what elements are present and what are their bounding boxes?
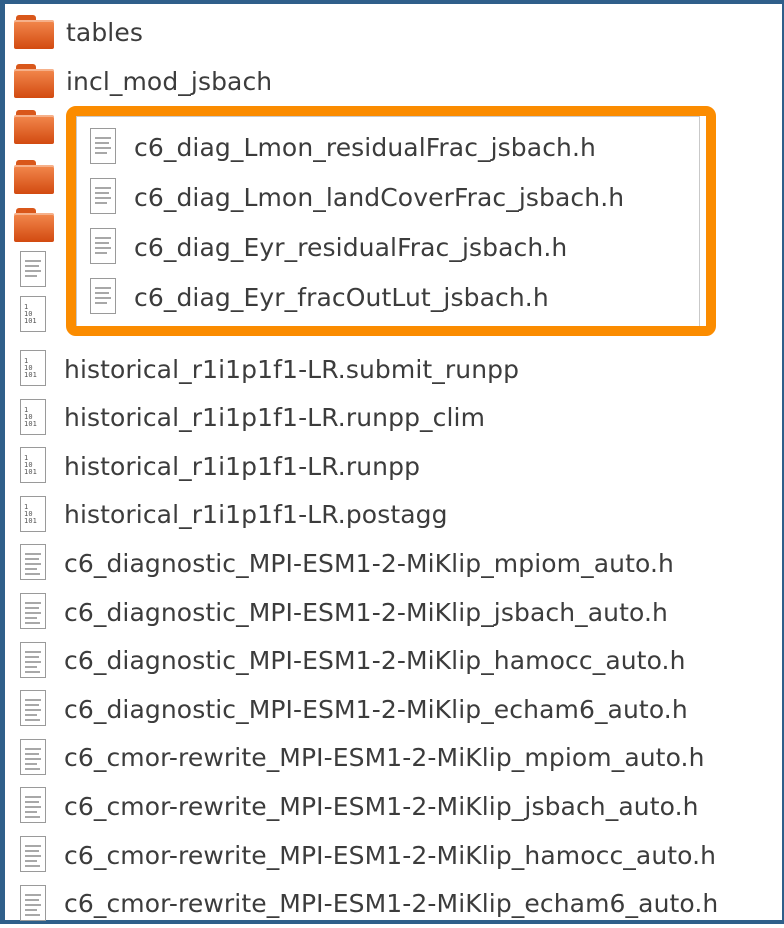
file-item[interactable]: 1 10 101 historical_r1i1p1f1-LR.runpp [14, 442, 784, 490]
folder-icon [14, 160, 56, 194]
file-label: c6_diag_Lmon_residualFrac_jsbach.h [134, 132, 596, 162]
text-file-icon [20, 787, 50, 825]
file-label: c6_diagnostic_MPI-ESM1-2-MiKlip_hamocc_a… [64, 646, 686, 676]
folder-icon [14, 64, 56, 98]
file-item[interactable]: 1 10 101 historical_r1i1p1f1-LR.submit_runp… [14, 345, 784, 393]
file-label: c6_diagnostic_MPI-ESM1-2-MiKlip_mpiom_au… [64, 548, 674, 578]
file-item[interactable]: c6_cmor-rewrite_MPI-ESM1-2-MiKlip_echam6… [14, 880, 784, 928]
file-item[interactable]: 1 10 101 historical_r1i1p1f1-LR.runpp_clim [14, 394, 784, 442]
folder-icon [14, 110, 56, 144]
binary-file-icon: 1 10 101 [20, 495, 50, 534]
file-item[interactable]: c6_cmor-rewrite_MPI-ESM1-2-MiKlip_jsbach… [14, 782, 784, 830]
text-file-icon [20, 836, 50, 874]
file-label: c6_diag_Lmon_landCoverFrac_jsbach.h [134, 182, 625, 212]
binary-file-icon: 1 10 101 [20, 398, 50, 437]
folder-label: tables [66, 17, 143, 47]
file-label: c6_cmor-rewrite_MPI-ESM1-2-MiKlip_mpiom_… [64, 743, 705, 773]
text-file-icon [90, 128, 120, 166]
text-file-icon [90, 278, 120, 316]
file-label: historical_r1i1p1f1-LR.runpp_clim [64, 403, 486, 433]
file-item[interactable]: c6_diagnostic_MPI-ESM1-2-MiKlip_jsbach_a… [14, 588, 784, 636]
text-file-icon [20, 251, 50, 289]
file-label: c6_diag_Eyr_fracOutLut_jsbach.h [134, 282, 549, 312]
file-label: historical_r1i1p1f1-LR.postagg [64, 500, 448, 530]
text-file-icon [20, 690, 50, 728]
highlighted-file-item[interactable]: c6_diag_Lmon_residualFrac_jsbach.h [84, 123, 684, 171]
text-file-icon [20, 884, 50, 923]
file-label: historical_r1i1p1f1-LR.submit_runpp [64, 354, 520, 384]
text-file-icon [90, 228, 120, 266]
folder-icon [14, 208, 56, 242]
file-label: c6_cmor-rewrite_MPI-ESM1-2-MiKlip_echam6… [64, 889, 719, 919]
binary-file-icon: 1 10 101 [20, 296, 50, 334]
folder-label: incl_mod_jsbach [66, 66, 273, 96]
folder-item-incl-mod-jsbach[interactable]: incl_mod_jsbach [14, 57, 784, 105]
file-label: c6_cmor-rewrite_MPI-ESM1-2-MiKlip_jsbach… [64, 791, 699, 821]
text-file-icon [20, 738, 50, 777]
text-file-icon [90, 178, 120, 216]
file-label: c6_diagnostic_MPI-ESM1-2-MiKlip_echam6_a… [64, 694, 688, 724]
file-item[interactable]: c6_cmor-rewrite_MPI-ESM1-2-MiKlip_hamocc… [14, 831, 784, 879]
file-label: historical_r1i1p1f1-LR.runpp [64, 451, 421, 481]
highlighted-file-item[interactable]: c6_diag_Lmon_landCoverFrac_jsbach.h [84, 173, 684, 221]
file-item[interactable]: c6_diagnostic_MPI-ESM1-2-MiKlip_hamocc_a… [14, 637, 784, 685]
folder-icon [14, 15, 56, 49]
file-item[interactable]: c6_diagnostic_MPI-ESM1-2-MiKlip_echam6_a… [14, 685, 784, 733]
file-item[interactable]: c6_cmor-rewrite_MPI-ESM1-2-MiKlip_mpiom_… [14, 734, 784, 782]
folder-item-tables[interactable]: tables [14, 8, 784, 56]
text-file-icon [20, 593, 50, 631]
file-label: c6_diag_Eyr_residualFrac_jsbach.h [134, 232, 568, 262]
highlighted-file-item[interactable]: c6_diag_Eyr_residualFrac_jsbach.h [84, 223, 684, 271]
file-item[interactable]: 1 10 101 historical_r1i1p1f1-LR.postagg [14, 491, 784, 539]
file-label: c6_cmor-rewrite_MPI-ESM1-2-MiKlip_hamocc… [64, 840, 717, 870]
file-item[interactable]: c6_diagnostic_MPI-ESM1-2-MiKlip_mpiom_au… [14, 539, 784, 587]
highlighted-file-item[interactable]: c6_diag_Eyr_fracOutLut_jsbach.h [84, 273, 684, 321]
text-file-icon [20, 544, 50, 582]
binary-file-icon: 1 10 101 [20, 447, 50, 485]
text-file-icon [20, 641, 50, 680]
file-label: c6_diagnostic_MPI-ESM1-2-MiKlip_jsbach_a… [64, 597, 668, 627]
binary-file-icon: 1 10 101 [20, 350, 50, 388]
